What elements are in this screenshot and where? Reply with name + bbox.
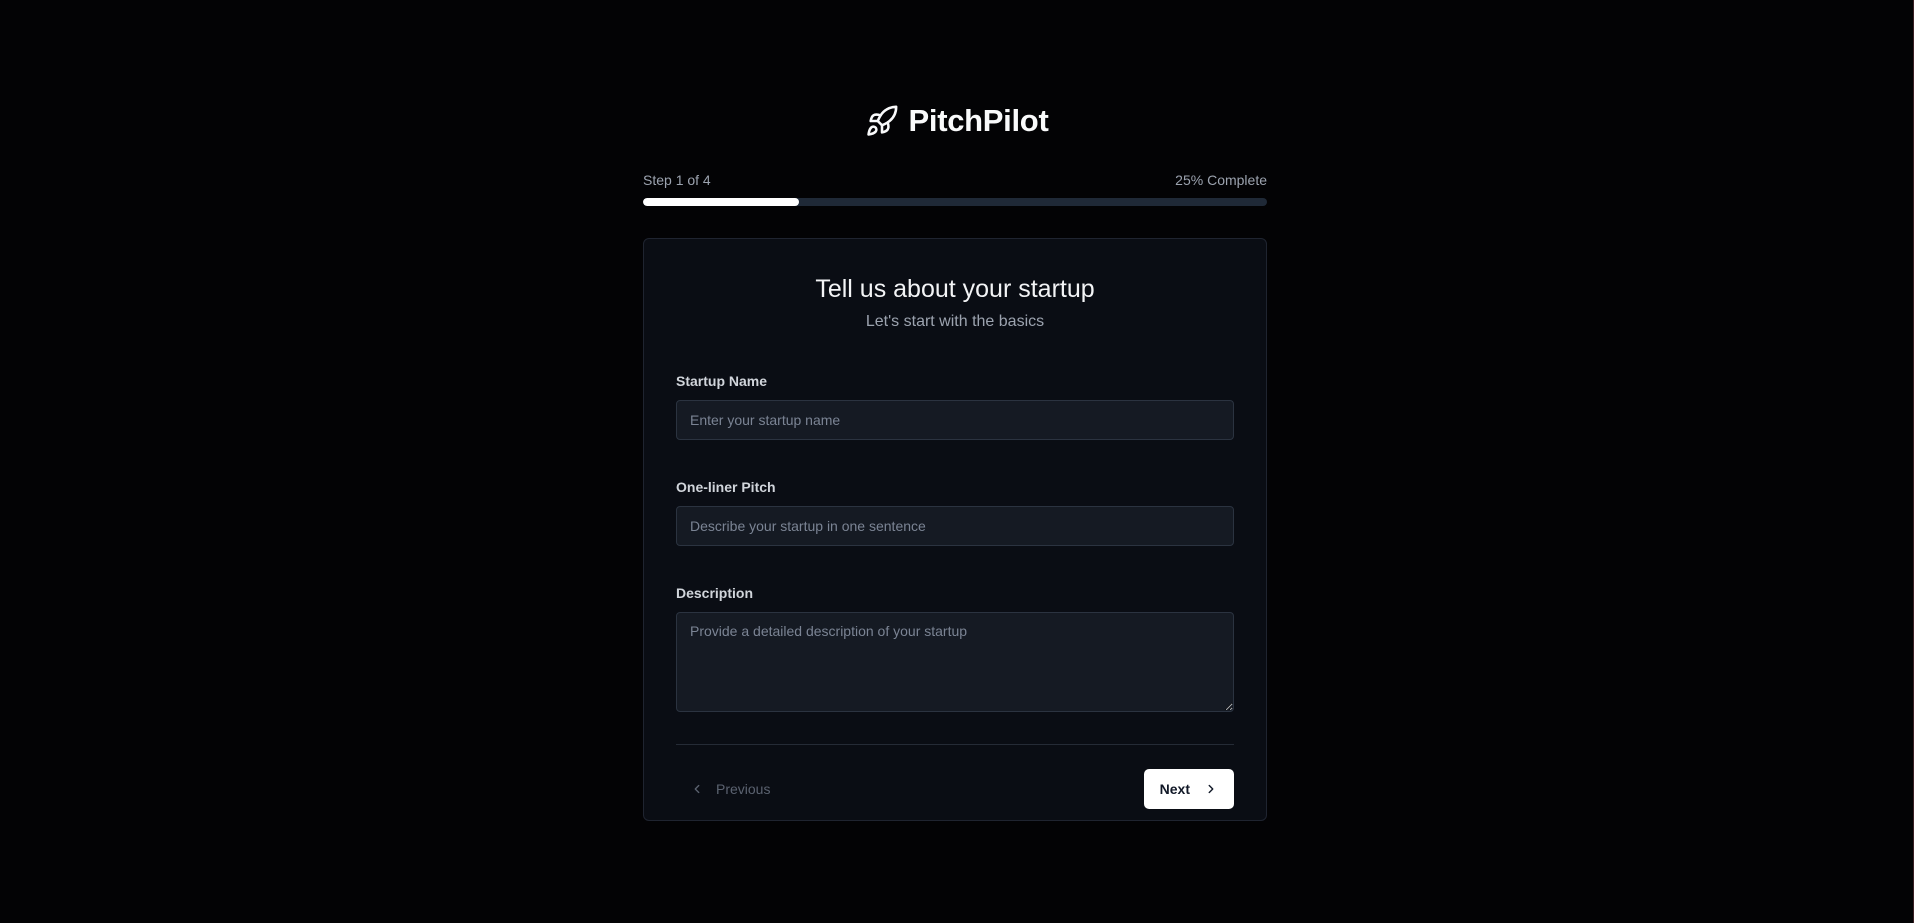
description-field: Description — [676, 583, 1234, 712]
pitch-field: One-liner Pitch — [676, 477, 1234, 546]
previous-label: Previous — [716, 781, 771, 797]
next-button[interactable]: Next — [1143, 769, 1234, 809]
progress-labels: Step 1 of 4 25% Complete — [643, 170, 1267, 190]
onboarding-page: PitchPilot Step 1 of 4 25% Complete Tell… — [0, 0, 1914, 923]
form-divider — [676, 744, 1234, 745]
brand-header: PitchPilot — [0, 96, 1913, 146]
chevron-right-icon — [1208, 784, 1214, 794]
rocket-icon — [866, 105, 897, 136]
form-title: Tell us about your startup — [815, 275, 1095, 303]
description-textarea[interactable] — [676, 612, 1234, 712]
startup-name-field: Startup Name — [676, 371, 1234, 440]
brand-name: PitchPilot — [908, 103, 1049, 138]
startup-name-input[interactable] — [676, 400, 1234, 440]
startup-form-card: Tell us about your startup Let's start w… — [643, 238, 1267, 821]
progress-bar-fill — [643, 198, 799, 206]
previous-button[interactable]: Previous — [676, 769, 784, 809]
pitch-input[interactable] — [676, 506, 1234, 546]
pitch-label: One-liner Pitch — [676, 479, 776, 495]
percent-label: 25% Complete — [1175, 172, 1267, 188]
startup-name-label: Startup Name — [676, 373, 768, 389]
form-navigation: Previous Next — [676, 769, 1234, 809]
chevron-left-icon — [694, 784, 700, 794]
description-label: Description — [676, 585, 754, 601]
next-label: Next — [1159, 781, 1190, 797]
step-label: Step 1 of 4 — [643, 172, 711, 188]
form-subtitle: Let's start with the basics — [865, 313, 1045, 330]
progress-bar — [643, 198, 1267, 206]
progress-section: Step 1 of 4 25% Complete — [643, 170, 1267, 206]
